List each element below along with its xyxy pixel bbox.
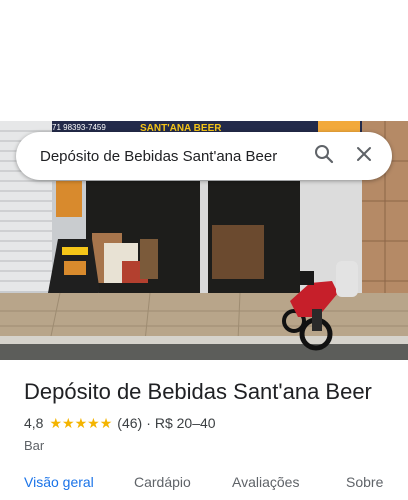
- search-input[interactable]: Depósito de Bebidas Sant'ana Beer: [16, 148, 304, 165]
- photo-phone-text: 71 98393-7459: [52, 123, 106, 132]
- star-icon: ★: [87, 415, 100, 431]
- star-icon: ★: [99, 415, 113, 431]
- close-icon: [356, 146, 372, 167]
- search-icon: [314, 144, 334, 169]
- tab-about[interactable]: Sobre: [346, 474, 383, 490]
- star-icon: ★: [74, 415, 88, 431]
- search-button[interactable]: [304, 132, 344, 180]
- tab-reviews[interactable]: Avaliações: [232, 474, 299, 490]
- review-count[interactable]: (46): [117, 415, 142, 431]
- meta-separator: ·: [146, 415, 151, 431]
- star-rating: ★ ★ ★ ★ ★: [49, 416, 112, 430]
- clear-button[interactable]: [344, 132, 384, 180]
- star-icon: ★: [62, 415, 75, 431]
- place-title: Depósito de Bebidas Sant'ana Beer: [24, 379, 372, 404]
- rating-row[interactable]: 4,8 ★ ★ ★ ★ ★ (46) · R$ 20–40: [24, 414, 394, 432]
- tab-menu[interactable]: Cardápio: [134, 474, 191, 490]
- rating-value: 4,8: [24, 415, 44, 431]
- star-icon: ★: [49, 415, 63, 431]
- place-info: Depósito de Bebidas Sant'ana Beer 4,8 ★ …: [24, 378, 394, 453]
- place-tabs: Visão geral Cardápio Avaliações Sobre: [0, 470, 408, 500]
- price-range: R$ 20–40: [154, 415, 216, 431]
- tab-overview[interactable]: Visão geral: [24, 474, 94, 490]
- search-bar[interactable]: Depósito de Bebidas Sant'ana Beer: [16, 132, 392, 180]
- place-category[interactable]: Bar: [24, 438, 394, 453]
